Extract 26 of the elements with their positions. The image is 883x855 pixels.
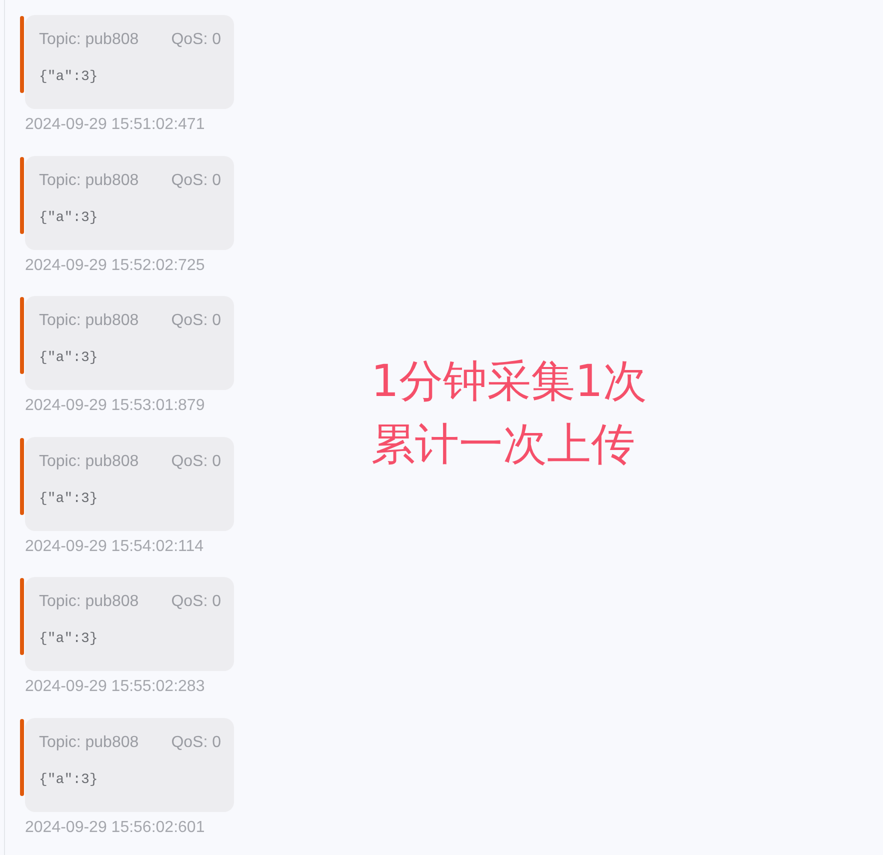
message-timestamp: 2024-09-29 15:52:02:725	[25, 256, 205, 274]
message-timestamp: 2024-09-29 15:55:02:283	[25, 678, 205, 696]
message-payload: {"a":3}	[39, 210, 98, 226]
topic-label: Topic: pub808	[39, 31, 139, 49]
message-payload: {"a":3}	[39, 631, 98, 648]
message-timestamp: 2024-09-29 15:56:02:601	[25, 818, 205, 836]
topic-label: Topic: pub808	[39, 734, 139, 752]
qos-label: QoS: 0	[171, 593, 221, 612]
message-timestamp: 2024-09-29 15:54:02:114	[25, 538, 204, 555]
qos-label: QoS: 0	[171, 31, 221, 49]
message-payload: {"a":3}	[39, 350, 98, 366]
qos-label: QoS: 0	[171, 172, 221, 190]
message-payload: {"a":3}	[39, 772, 98, 788]
message-payload: {"a":3}	[39, 490, 98, 507]
annotation-text: 累计一次上传	[371, 418, 636, 472]
qos-label: QoS: 0	[171, 452, 221, 471]
message-timestamp: 2024-09-29 15:53:01:879	[25, 397, 205, 414]
qos-label: QoS: 0	[171, 734, 221, 752]
topic-label: Topic: pub808	[39, 593, 139, 612]
qos-label: QoS: 0	[171, 312, 221, 330]
message-payload: {"a":3}	[39, 69, 98, 85]
topic-label: Topic: pub808	[39, 312, 139, 330]
annotation-text: 1分钟采集1次	[371, 355, 647, 409]
topic-label: Topic: pub808	[39, 452, 139, 471]
message-timestamp: 2024-09-29 15:51:02:471	[25, 116, 205, 133]
topic-label: Topic: pub808	[39, 172, 139, 190]
